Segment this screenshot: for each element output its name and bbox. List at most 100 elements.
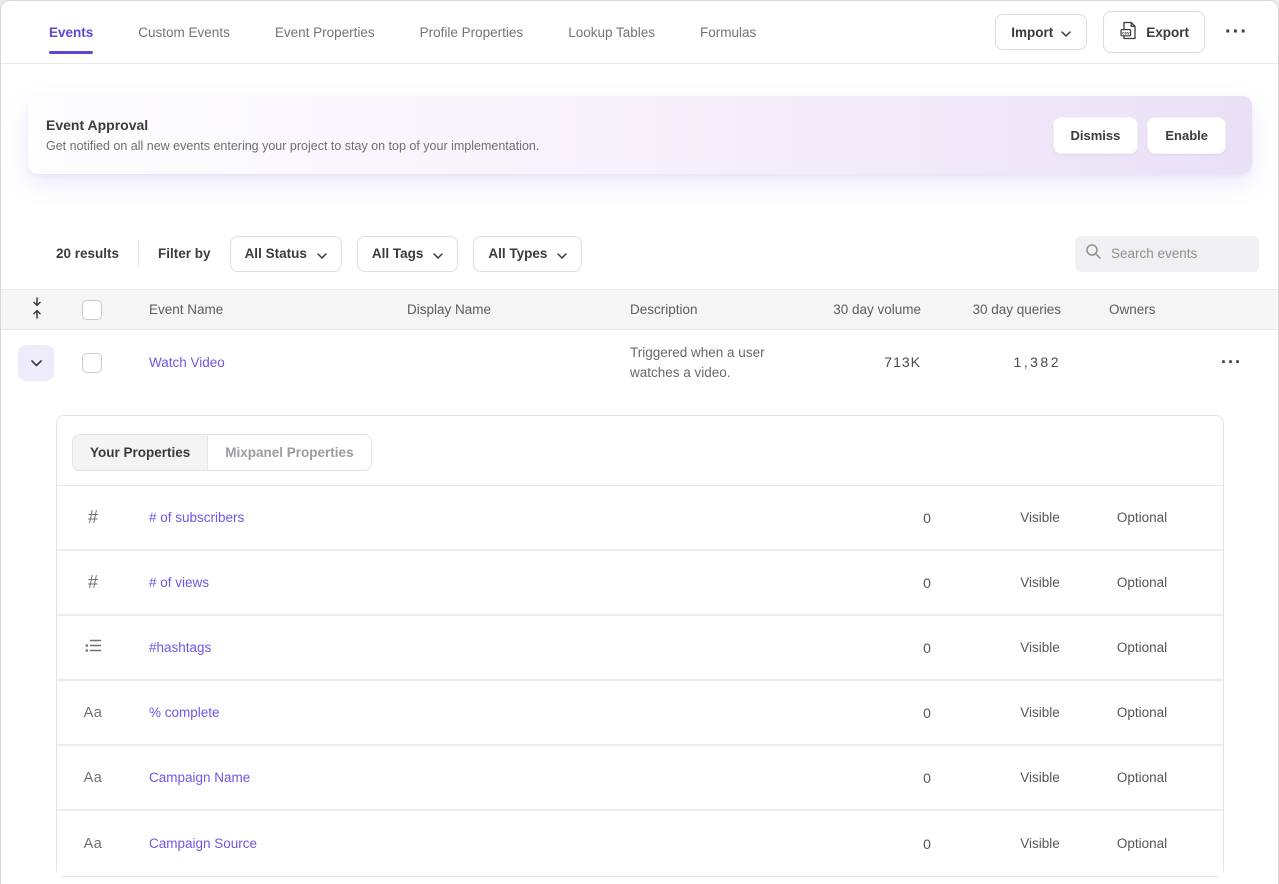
text-type-icon: Aa bbox=[57, 704, 129, 722]
tags-filter-dropdown[interactable]: All Tags bbox=[357, 236, 459, 272]
search-events-box bbox=[1075, 236, 1259, 272]
property-visibility[interactable]: Visible bbox=[998, 640, 1082, 655]
results-count: 20 results bbox=[56, 246, 119, 261]
divider bbox=[138, 241, 139, 267]
column-30-day-volume[interactable]: 30 day volume bbox=[821, 302, 921, 317]
property-row: # # of subscribers 0 Visible Optional bbox=[57, 486, 1223, 551]
chevron-down-icon bbox=[433, 247, 443, 262]
chevron-down-icon bbox=[557, 247, 567, 262]
list-type-icon bbox=[57, 637, 129, 659]
export-label: Export bbox=[1146, 25, 1189, 40]
chevron-down-icon bbox=[1061, 25, 1071, 40]
event-approval-banner: Event Approval Get notified on all new e… bbox=[28, 96, 1252, 174]
property-visibility[interactable]: Visible bbox=[998, 575, 1082, 590]
row-select-cell bbox=[56, 353, 149, 373]
tab-profile-properties[interactable]: Profile Properties bbox=[420, 1, 524, 63]
collapse-all-cell bbox=[1, 297, 56, 322]
property-visibility[interactable]: Visible bbox=[998, 770, 1082, 785]
property-name-link[interactable]: % complete bbox=[149, 705, 220, 720]
banner-actions: Dismiss Enable bbox=[1053, 117, 1227, 154]
tab-mixpanel-properties[interactable]: Mixpanel Properties bbox=[207, 435, 370, 470]
queries-value: 1,382 bbox=[1013, 354, 1061, 370]
property-row: Aa Campaign Source 0 Visible Optional bbox=[57, 811, 1223, 876]
property-name-cell: Campaign Source bbox=[129, 835, 856, 853]
status-filter-label: All Status bbox=[245, 246, 307, 261]
property-name-link[interactable]: # of subscribers bbox=[149, 510, 244, 525]
property-count: 0 bbox=[856, 836, 998, 852]
column-30-day-queries[interactable]: 30 day queries bbox=[921, 302, 1061, 317]
property-requirement[interactable]: Optional bbox=[1082, 705, 1202, 720]
types-filter-dropdown[interactable]: All Types bbox=[473, 236, 582, 272]
property-name-link[interactable]: Campaign Source bbox=[149, 836, 257, 851]
expand-cell bbox=[1, 345, 56, 381]
collapse-row-button[interactable] bbox=[18, 345, 54, 381]
search-icon bbox=[1085, 243, 1102, 265]
property-name-cell: Campaign Name bbox=[129, 769, 856, 787]
property-count: 0 bbox=[856, 705, 998, 721]
number-type-icon: # bbox=[57, 507, 129, 528]
search-events-input[interactable] bbox=[1111, 246, 1249, 261]
row-menu-button[interactable]: ··· bbox=[1221, 352, 1242, 372]
import-button[interactable]: Import bbox=[995, 14, 1087, 50]
properties-tabs-row: Your Properties Mixpanel Properties bbox=[57, 416, 1223, 486]
banner-title: Event Approval bbox=[46, 118, 539, 132]
top-navigation: Events Custom Events Event Properties Pr… bbox=[1, 1, 1278, 64]
tab-formulas[interactable]: Formulas bbox=[700, 1, 756, 63]
property-visibility[interactable]: Visible bbox=[998, 836, 1082, 851]
column-display-name[interactable]: Display Name bbox=[407, 302, 630, 317]
property-requirement[interactable]: Optional bbox=[1082, 836, 1202, 851]
import-label: Import bbox=[1011, 25, 1053, 40]
dismiss-button[interactable]: Dismiss bbox=[1053, 117, 1139, 154]
property-name-link[interactable]: #hashtags bbox=[149, 640, 211, 655]
property-visibility[interactable]: Visible bbox=[998, 510, 1082, 525]
collapse-all-icon[interactable] bbox=[30, 297, 44, 322]
filter-by-label: Filter by bbox=[158, 246, 211, 261]
tab-custom-events[interactable]: Custom Events bbox=[138, 1, 230, 63]
event-name-cell: Watch Video bbox=[149, 354, 407, 372]
volume-cell: 713K bbox=[821, 354, 921, 372]
property-requirement[interactable]: Optional bbox=[1082, 770, 1202, 785]
property-visibility[interactable]: Visible bbox=[998, 705, 1082, 720]
property-row: #hashtags 0 Visible Optional bbox=[57, 616, 1223, 681]
properties-tabs: Your Properties Mixpanel Properties bbox=[72, 434, 372, 471]
column-owners[interactable]: Owners bbox=[1061, 302, 1161, 317]
column-description[interactable]: Description bbox=[630, 302, 821, 317]
column-event-name[interactable]: Event Name bbox=[149, 302, 407, 317]
property-name-cell: # of subscribers bbox=[129, 509, 856, 527]
select-all-checkbox[interactable] bbox=[82, 300, 102, 320]
property-name-cell: # of views bbox=[129, 574, 856, 592]
property-name-link[interactable]: Campaign Name bbox=[149, 770, 250, 785]
property-name-cell: % complete bbox=[129, 704, 856, 722]
table-header: Event Name Display Name Description 30 d… bbox=[1, 289, 1278, 330]
property-count: 0 bbox=[856, 510, 998, 526]
property-row: Aa % complete 0 Visible Optional bbox=[57, 681, 1223, 746]
chevron-down-icon bbox=[31, 355, 42, 370]
queries-cell: 1,382 bbox=[921, 354, 1061, 372]
table-row: Watch Video Triggered when a user watche… bbox=[1, 330, 1278, 395]
property-requirement[interactable]: Optional bbox=[1082, 640, 1202, 655]
filter-row: 20 results Filter by All Status All Tags… bbox=[56, 235, 1259, 272]
property-requirement[interactable]: Optional bbox=[1082, 510, 1202, 525]
more-options-button[interactable]: ··· bbox=[1221, 22, 1252, 42]
types-filter-label: All Types bbox=[488, 246, 547, 261]
text-type-icon: Aa bbox=[57, 835, 129, 853]
tab-events[interactable]: Events bbox=[49, 1, 93, 63]
export-button[interactable]: csv Export bbox=[1103, 11, 1205, 53]
description-cell: Triggered when a user watches a video. bbox=[630, 343, 821, 383]
select-all-cell bbox=[56, 300, 149, 320]
nav-tabs: Events Custom Events Event Properties Pr… bbox=[49, 1, 756, 63]
tab-lookup-tables[interactable]: Lookup Tables bbox=[568, 1, 655, 63]
property-name-link[interactable]: # of views bbox=[149, 575, 209, 590]
row-checkbox[interactable] bbox=[82, 353, 102, 373]
property-name-cell: #hashtags bbox=[129, 639, 856, 657]
tab-your-properties[interactable]: Your Properties bbox=[73, 435, 207, 470]
banner-subtitle: Get notified on all new events entering … bbox=[46, 140, 539, 153]
tab-event-properties[interactable]: Event Properties bbox=[275, 1, 375, 63]
property-requirement[interactable]: Optional bbox=[1082, 575, 1202, 590]
status-filter-dropdown[interactable]: All Status bbox=[230, 236, 342, 272]
property-count: 0 bbox=[856, 640, 998, 656]
text-type-icon: Aa bbox=[57, 769, 129, 787]
event-name-link[interactable]: Watch Video bbox=[149, 355, 225, 370]
number-type-icon: # bbox=[57, 572, 129, 593]
enable-button[interactable]: Enable bbox=[1147, 117, 1226, 154]
